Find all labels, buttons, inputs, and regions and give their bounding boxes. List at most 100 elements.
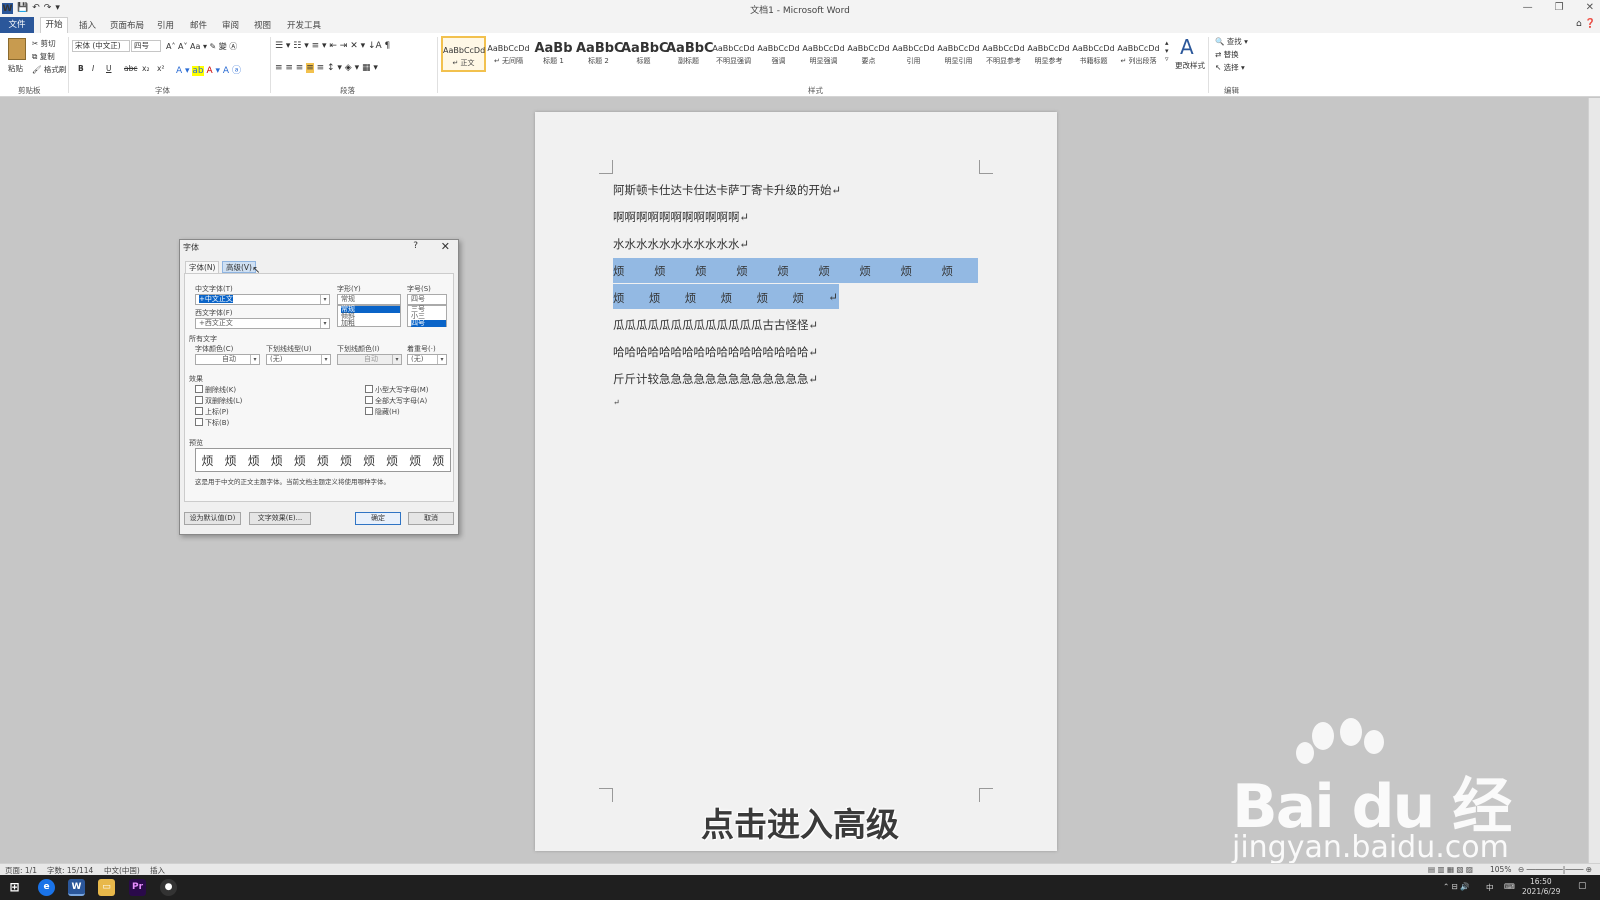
font-color-icon[interactable]: A bbox=[207, 66, 213, 76]
minimize-button[interactable]: — bbox=[1523, 2, 1533, 13]
chinese-font-select[interactable]: +中文正文 ▾ bbox=[195, 294, 330, 305]
tab-file[interactable]: 文件 bbox=[0, 17, 34, 33]
style-gallery-item[interactable]: AaBbCcDd 明显引用 bbox=[936, 36, 981, 72]
help-icon[interactable]: ⌂ ❓ bbox=[1576, 19, 1596, 29]
close-button[interactable]: ✕ bbox=[1586, 2, 1594, 13]
style-gallery-item[interactable]: AaBbCcDd ↵ 列出段落 bbox=[1116, 36, 1161, 72]
tray-icons[interactable]: ⌃ ⊟ 🔊 bbox=[1443, 882, 1470, 891]
style-gallery-item[interactable]: AaBbCcDd 不明显参考 bbox=[981, 36, 1026, 72]
restore-button[interactable]: ❐ bbox=[1555, 2, 1564, 13]
tab-references[interactable]: 引用 bbox=[157, 19, 174, 31]
set-default-button[interactable]: 设为默认值(D) bbox=[184, 512, 241, 525]
clock-date[interactable]: 2021/6/29 bbox=[1522, 887, 1560, 896]
hidden-checkbox[interactable]: 隐藏(H) bbox=[365, 407, 400, 417]
dialog-help-button[interactable]: ? bbox=[413, 241, 418, 251]
style-gallery-item[interactable]: AaBbCcDd 明显参考 bbox=[1026, 36, 1071, 72]
strikethrough-checkbox[interactable]: 删除线(K) bbox=[195, 385, 236, 395]
tab-mailings[interactable]: 邮件 bbox=[190, 19, 207, 31]
underline-color-select[interactable]: 自动 ▾ bbox=[337, 354, 402, 365]
text-effects-button[interactable]: 文字效果(E)... bbox=[249, 512, 311, 525]
justify-icon[interactable]: ≡ bbox=[306, 63, 314, 73]
select-button[interactable]: ↖ 选择 ▾ bbox=[1215, 62, 1245, 73]
windows-start-icon[interactable]: ⊞ bbox=[6, 879, 23, 896]
tab-home[interactable]: 开始 bbox=[40, 17, 68, 33]
font-size-option[interactable]: 四号 bbox=[411, 320, 446, 327]
style-gallery-item[interactable]: AaBbC 标题 2 bbox=[576, 36, 624, 72]
cut-button[interactable]: ✂ 剪切 bbox=[32, 38, 56, 49]
align-left-icon[interactable]: ≡ ≡ ≡ ≡ ≡ ↕ ▾ ◈ ▾ ▦ ▾ bbox=[275, 63, 378, 73]
ime-indicator[interactable]: 中 bbox=[1486, 882, 1494, 893]
style-gallery-item[interactable]: AaBbC 副标题 bbox=[666, 36, 714, 72]
small-caps-checkbox[interactable]: 小型大写字母(M) bbox=[365, 385, 429, 395]
clipboard-group-label: 剪贴板 bbox=[18, 86, 41, 95]
gallery-scroll-icon[interactable]: ▴ ▾ ▿ bbox=[1165, 39, 1169, 63]
double-strikethrough-checkbox[interactable]: 双删除线(L) bbox=[195, 396, 242, 406]
word-taskbar-icon[interactable]: W bbox=[68, 879, 85, 896]
dialog-close-button[interactable]: ✕ bbox=[441, 240, 450, 253]
font-style-input[interactable]: 常规 bbox=[337, 294, 401, 305]
style-gallery-item[interactable]: AaBbCcDd 不明显强调 bbox=[711, 36, 756, 72]
format-painter-button[interactable]: 🖌 格式刷 bbox=[32, 64, 66, 75]
zoom-slider[interactable]: ⊖ ────────|──── ⊕ bbox=[1518, 865, 1592, 874]
view-buttons-icon[interactable]: ▤ ▥ ▦ ▧ ▨ bbox=[1428, 865, 1473, 874]
replace-button[interactable]: ⇄ 替换 bbox=[1215, 49, 1239, 60]
document-page[interactable]: 阿斯顿卡仕达卡仕达卡萨丁寄卡升级的开始↵ 啊啊啊啊啊啊啊啊啊啊啊↵ 水水水水水水… bbox=[535, 112, 1057, 851]
change-styles-icon[interactable]: A bbox=[1180, 35, 1194, 59]
style-gallery-item[interactable]: AaBbCcDd 强调 bbox=[756, 36, 801, 72]
style-gallery-item[interactable]: AaBbC 标题 bbox=[621, 36, 669, 72]
superscript-button[interactable]: x² bbox=[157, 64, 164, 73]
italic-button[interactable]: I bbox=[92, 64, 94, 73]
style-gallery-item[interactable]: AaBbCcDd 明显强调 bbox=[801, 36, 846, 72]
font-size-list[interactable]: 三号 小三 四号 bbox=[407, 305, 447, 327]
strikethrough-button[interactable]: abc bbox=[124, 64, 137, 73]
bold-button[interactable]: B bbox=[78, 64, 84, 73]
all-caps-checkbox[interactable]: 全部大写字母(A) bbox=[365, 396, 427, 406]
style-gallery-item[interactable]: AaBb 标题 1 bbox=[531, 36, 576, 72]
font-size-input[interactable]: 四号 bbox=[407, 294, 447, 305]
style-gallery-item[interactable]: AaBbCcDd 引用 bbox=[891, 36, 936, 72]
change-styles-button[interactable]: 更改样式 bbox=[1175, 60, 1205, 71]
find-button[interactable]: 🔍 查找 ▾ bbox=[1215, 36, 1248, 47]
obs-icon[interactable]: ● bbox=[160, 879, 177, 896]
font-style-option[interactable]: 加粗 bbox=[341, 320, 400, 327]
paste-icon[interactable] bbox=[8, 38, 26, 60]
notification-icon[interactable]: ▢ bbox=[1578, 881, 1587, 891]
underline-style-select[interactable]: (无) ▾ bbox=[266, 354, 331, 365]
style-gallery-item[interactable]: AaBbCcDd ↵ 正文 bbox=[441, 36, 486, 72]
text-effects-icon[interactable]: A ▾ ab A ▾ A ⓐ bbox=[176, 63, 241, 76]
grow-font-icon[interactable]: A˄ A˅ Aa ▾ ✎ 變 Ⓐ bbox=[166, 41, 237, 52]
tab-view[interactable]: 视图 bbox=[254, 19, 271, 31]
highlight-icon[interactable]: ab bbox=[192, 66, 204, 76]
premiere-icon[interactable]: Pr bbox=[129, 879, 146, 896]
copy-button[interactable]: ⧉ 复制 bbox=[32, 51, 55, 62]
paste-button[interactable]: 粘贴 bbox=[8, 63, 23, 74]
ok-button[interactable]: 确定 bbox=[355, 512, 401, 525]
tab-developer[interactable]: 开发工具 bbox=[287, 19, 321, 31]
superscript-checkbox[interactable]: 上标(P) bbox=[195, 407, 229, 417]
vertical-scrollbar[interactable] bbox=[1588, 98, 1600, 863]
font-style-list[interactable]: 常规 倾斜 加粗 bbox=[337, 305, 401, 327]
font-name-box[interactable]: 宋体 (中文正) bbox=[72, 40, 130, 52]
tab-advanced[interactable]: 高级(V) bbox=[222, 261, 256, 273]
underline-button[interactable]: U bbox=[106, 64, 112, 73]
subscript-checkbox[interactable]: 下标(B) bbox=[195, 418, 229, 428]
western-font-select[interactable]: +西文正文 ▾ bbox=[195, 318, 330, 329]
clock-time[interactable]: 16:50 bbox=[1530, 877, 1552, 886]
font-size-box[interactable]: 四号 bbox=[131, 40, 161, 52]
keyboard-icon[interactable]: ⌨ bbox=[1504, 882, 1515, 891]
font-color-select[interactable]: 自动 ▾ bbox=[195, 354, 260, 365]
tab-insert[interactable]: 插入 bbox=[79, 19, 96, 31]
zoom-level[interactable]: 105% bbox=[1490, 865, 1511, 874]
file-explorer-icon[interactable]: ▭ bbox=[98, 879, 115, 896]
subscript-button[interactable]: x₂ bbox=[142, 64, 149, 73]
tab-page-layout[interactable]: 页面布局 bbox=[110, 19, 144, 31]
style-gallery-item[interactable]: AaBbCcDd 要点 bbox=[846, 36, 891, 72]
style-gallery-item[interactable]: AaBbCcDd 书籍标题 bbox=[1071, 36, 1116, 72]
cancel-button[interactable]: 取消 bbox=[408, 512, 454, 525]
browser-icon[interactable]: e bbox=[38, 879, 55, 896]
tab-review[interactable]: 审阅 bbox=[222, 19, 239, 31]
emphasis-select[interactable]: (无) ▾ bbox=[407, 354, 447, 365]
bullets-icon[interactable]: ☰ ▾ ☷ ▾ ≡ ▾ ⇤ ⇥ ✕ ▾ ↓A ¶ bbox=[275, 41, 390, 51]
tab-font[interactable]: 字体(N) bbox=[185, 261, 220, 273]
style-gallery-item[interactable]: AaBbCcDd ↵ 无间隔 bbox=[486, 36, 531, 72]
